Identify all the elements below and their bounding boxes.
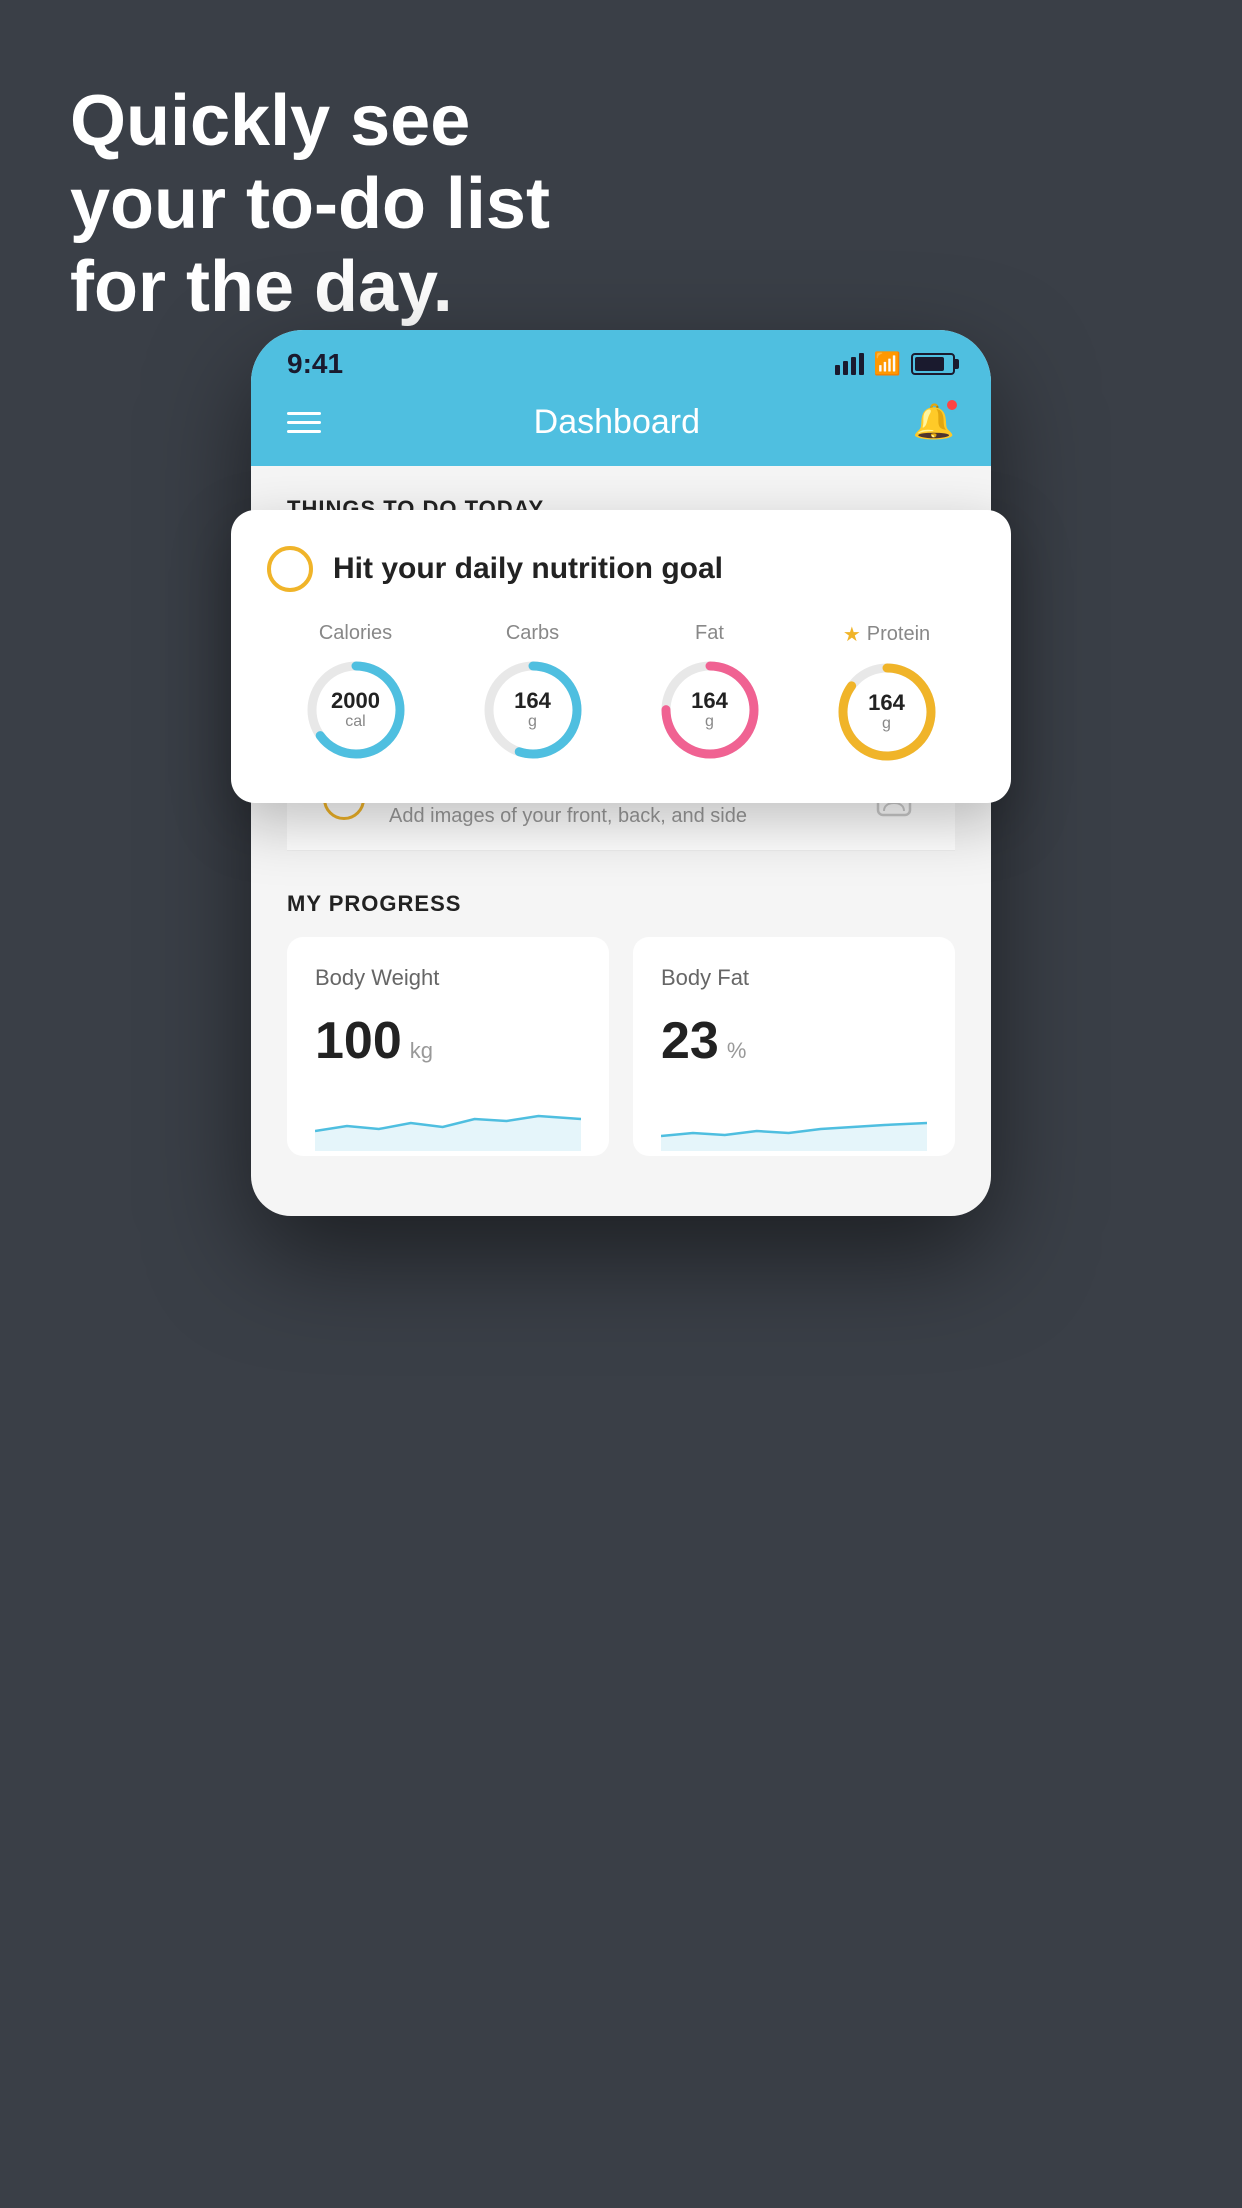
header-title: Dashboard	[534, 403, 700, 442]
nutrition-card-title: Hit your daily nutrition goal	[333, 552, 723, 586]
app-header: Dashboard 🔔	[251, 388, 991, 466]
fat-value: 164	[691, 689, 728, 713]
nutrition-card: Hit your daily nutrition goal Calories 2…	[231, 510, 1011, 803]
body-weight-number: 100	[315, 1011, 402, 1071]
nutrition-fat: Fat 164 g	[655, 622, 765, 765]
fat-donut: 164 g	[655, 655, 765, 765]
nutrition-radio[interactable]	[267, 546, 313, 592]
calories-donut: 2000 cal	[301, 655, 411, 765]
status-time: 9:41	[287, 348, 343, 380]
body-fat-chart	[661, 1091, 927, 1151]
carbs-value: 164	[514, 689, 551, 713]
body-weight-unit: kg	[410, 1038, 433, 1064]
carbs-donut: 164 g	[478, 655, 588, 765]
body-weight-value-row: 100 kg	[315, 1011, 581, 1071]
star-icon: ★	[843, 622, 861, 647]
status-bar: 9:41 📶	[251, 330, 991, 388]
card-header: Hit your daily nutrition goal	[267, 546, 975, 592]
fat-unit: g	[691, 713, 728, 731]
status-icons: 📶	[835, 351, 955, 377]
hero-text: Quickly see your to-do list for the day.	[70, 80, 550, 328]
carbs-unit: g	[514, 713, 551, 731]
progress-title: MY PROGRESS	[287, 891, 955, 917]
body-fat-card[interactable]: Body Fat 23 %	[633, 937, 955, 1156]
calories-unit: cal	[331, 713, 380, 731]
progress-cards: Body Weight 100 kg Body Fat 23 %	[287, 937, 955, 1156]
fat-label: Fat	[695, 622, 724, 645]
protein-unit: g	[868, 715, 905, 733]
phone-bottom	[251, 1176, 991, 1216]
nutrition-row: Calories 2000 cal Carbs	[267, 622, 975, 767]
protein-donut: 164 g	[832, 657, 942, 767]
battery-icon	[911, 353, 955, 375]
todo-sub-photos: Add images of your front, back, and side	[389, 805, 845, 828]
protein-label: ★ Protein	[843, 622, 930, 647]
carbs-label: Carbs	[506, 622, 559, 645]
calories-value: 2000	[331, 689, 380, 713]
hamburger-menu[interactable]	[287, 412, 321, 433]
notification-dot	[945, 398, 959, 412]
signal-icon	[835, 353, 864, 375]
protein-value: 164	[868, 691, 905, 715]
nutrition-carbs: Carbs 164 g	[478, 622, 588, 765]
body-fat-number: 23	[661, 1011, 719, 1071]
body-weight-chart	[315, 1091, 581, 1151]
body-weight-label: Body Weight	[315, 965, 581, 991]
body-weight-card[interactable]: Body Weight 100 kg	[287, 937, 609, 1156]
calories-label: Calories	[319, 622, 392, 645]
body-fat-value-row: 23 %	[661, 1011, 927, 1071]
nutrition-calories: Calories 2000 cal	[301, 622, 411, 765]
progress-section: MY PROGRESS Body Weight 100 kg Body Fat …	[251, 851, 991, 1176]
wifi-icon: 📶	[874, 351, 901, 377]
notification-bell[interactable]: 🔔	[913, 402, 955, 442]
body-fat-label: Body Fat	[661, 965, 927, 991]
nutrition-protein: ★ Protein 164 g	[832, 622, 942, 767]
body-fat-unit: %	[727, 1038, 747, 1064]
